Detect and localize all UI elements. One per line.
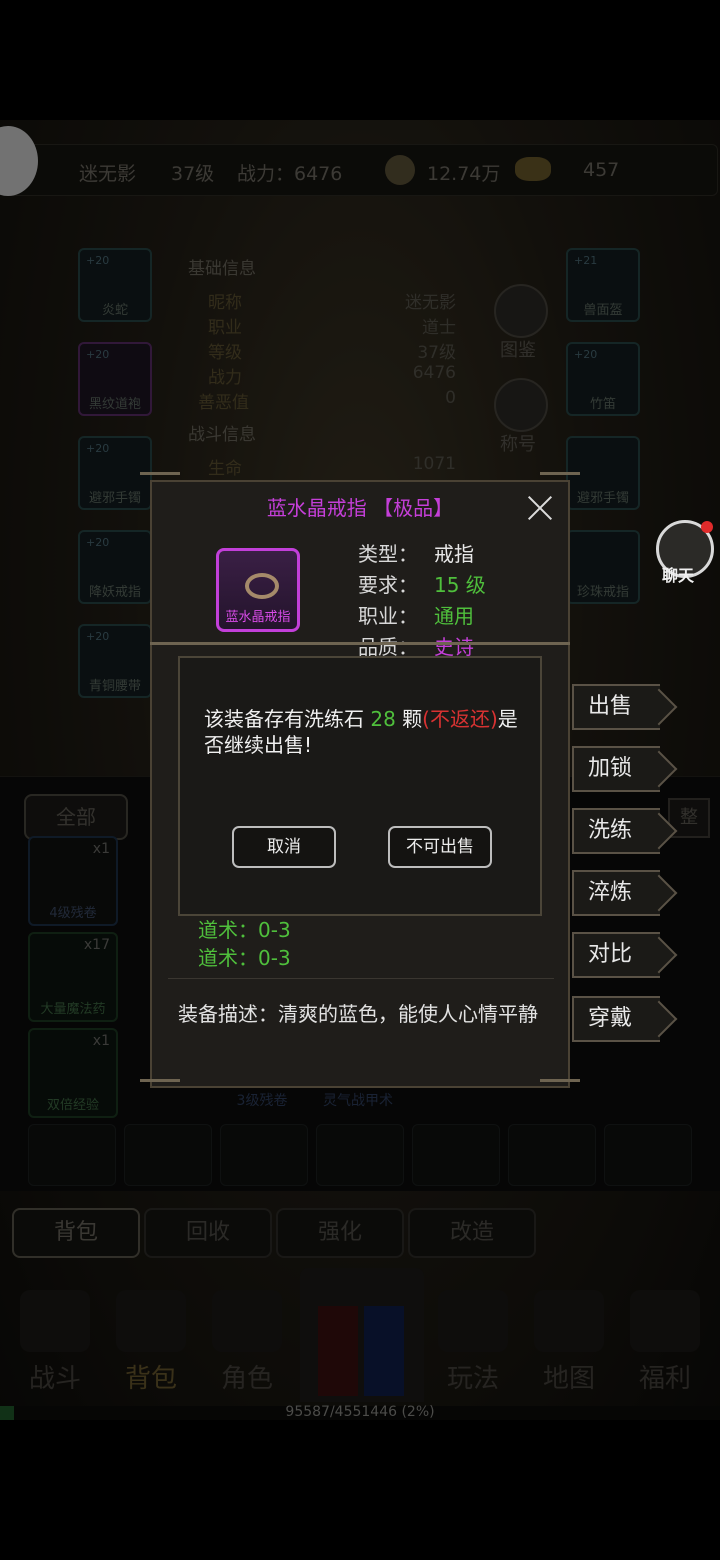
stat-line: 道术：0-3 (198, 918, 291, 942)
notification-dot (701, 521, 713, 533)
item-title: 蓝水晶戒指 【极品】 (266, 496, 454, 520)
frame-corner (540, 1079, 580, 1100)
sell-button[interactable]: 出售 (572, 684, 660, 730)
refine-button[interactable]: 洗练 (572, 808, 660, 854)
lock-button[interactable]: 加锁 (572, 746, 660, 792)
stone-count: 28 (370, 707, 396, 731)
close-icon[interactable] (522, 490, 558, 526)
no-sell-button[interactable]: 不可出售 (388, 826, 492, 868)
msg-text: 该装备存有洗练石 (204, 707, 371, 731)
equip-button[interactable]: 穿戴 (572, 996, 660, 1042)
job-label: 职业： (358, 604, 418, 628)
divider (168, 978, 554, 979)
sell-confirm-dialog: 该装备存有洗练石 28 颗(不返还)是否继续出售! 取消 不可出售 (178, 656, 542, 916)
temper-button[interactable]: 淬炼 (572, 870, 660, 916)
item-description: 装备描述：清爽的蓝色，能使人心情平静 (178, 1002, 538, 1026)
frame-corner (140, 472, 180, 493)
item-icon-name: 蓝水晶戒指 (225, 610, 291, 625)
item-icon-frame: 蓝水晶戒指 (216, 548, 300, 632)
msg-unit: 颗 (395, 707, 423, 731)
compare-button[interactable]: 对比 (572, 932, 660, 978)
ring-icon (245, 573, 279, 599)
frame-corner (140, 1079, 180, 1100)
stat-line: 道术：0-3 (198, 946, 291, 970)
cancel-button[interactable]: 取消 (232, 826, 336, 868)
confirm-message: 该装备存有洗练石 28 颗(不返还)是否继续出售! (204, 706, 520, 758)
job-value: 通用 (434, 604, 474, 628)
requirement-value: 15 级 (434, 573, 486, 597)
no-refund-warning: (不返还) (422, 707, 498, 731)
type-value: 戒指 (434, 542, 474, 566)
requirement-label: 要求： (358, 573, 418, 597)
type-label: 类型： (358, 542, 418, 566)
chat-label: 聊天 (662, 566, 695, 585)
